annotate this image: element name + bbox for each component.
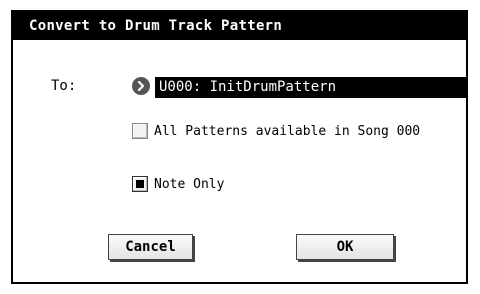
destination-pattern-field[interactable]: U000: InitDrumPattern bbox=[155, 77, 466, 98]
dialog-title: Convert to Drum Track Pattern bbox=[13, 12, 466, 40]
chevron-right-icon bbox=[137, 81, 145, 91]
to-label: To: bbox=[51, 78, 77, 94]
ok-button[interactable]: OK bbox=[296, 234, 394, 260]
convert-drum-pattern-dialog: Convert to Drum Track Pattern To: U000: … bbox=[11, 10, 468, 284]
note-only-option[interactable]: Note Only bbox=[132, 176, 224, 192]
all-patterns-checkbox[interactable] bbox=[132, 123, 148, 139]
destination-popup-button[interactable] bbox=[132, 77, 150, 95]
all-patterns-option[interactable]: All Patterns available in Song 000 bbox=[132, 123, 420, 139]
note-only-label: Note Only bbox=[154, 176, 225, 192]
note-only-checkbox[interactable] bbox=[132, 176, 148, 192]
cancel-button[interactable]: Cancel bbox=[108, 234, 193, 260]
checkbox-checked-mark bbox=[136, 180, 144, 188]
all-patterns-label: All Patterns available in Song 000 bbox=[154, 123, 421, 139]
